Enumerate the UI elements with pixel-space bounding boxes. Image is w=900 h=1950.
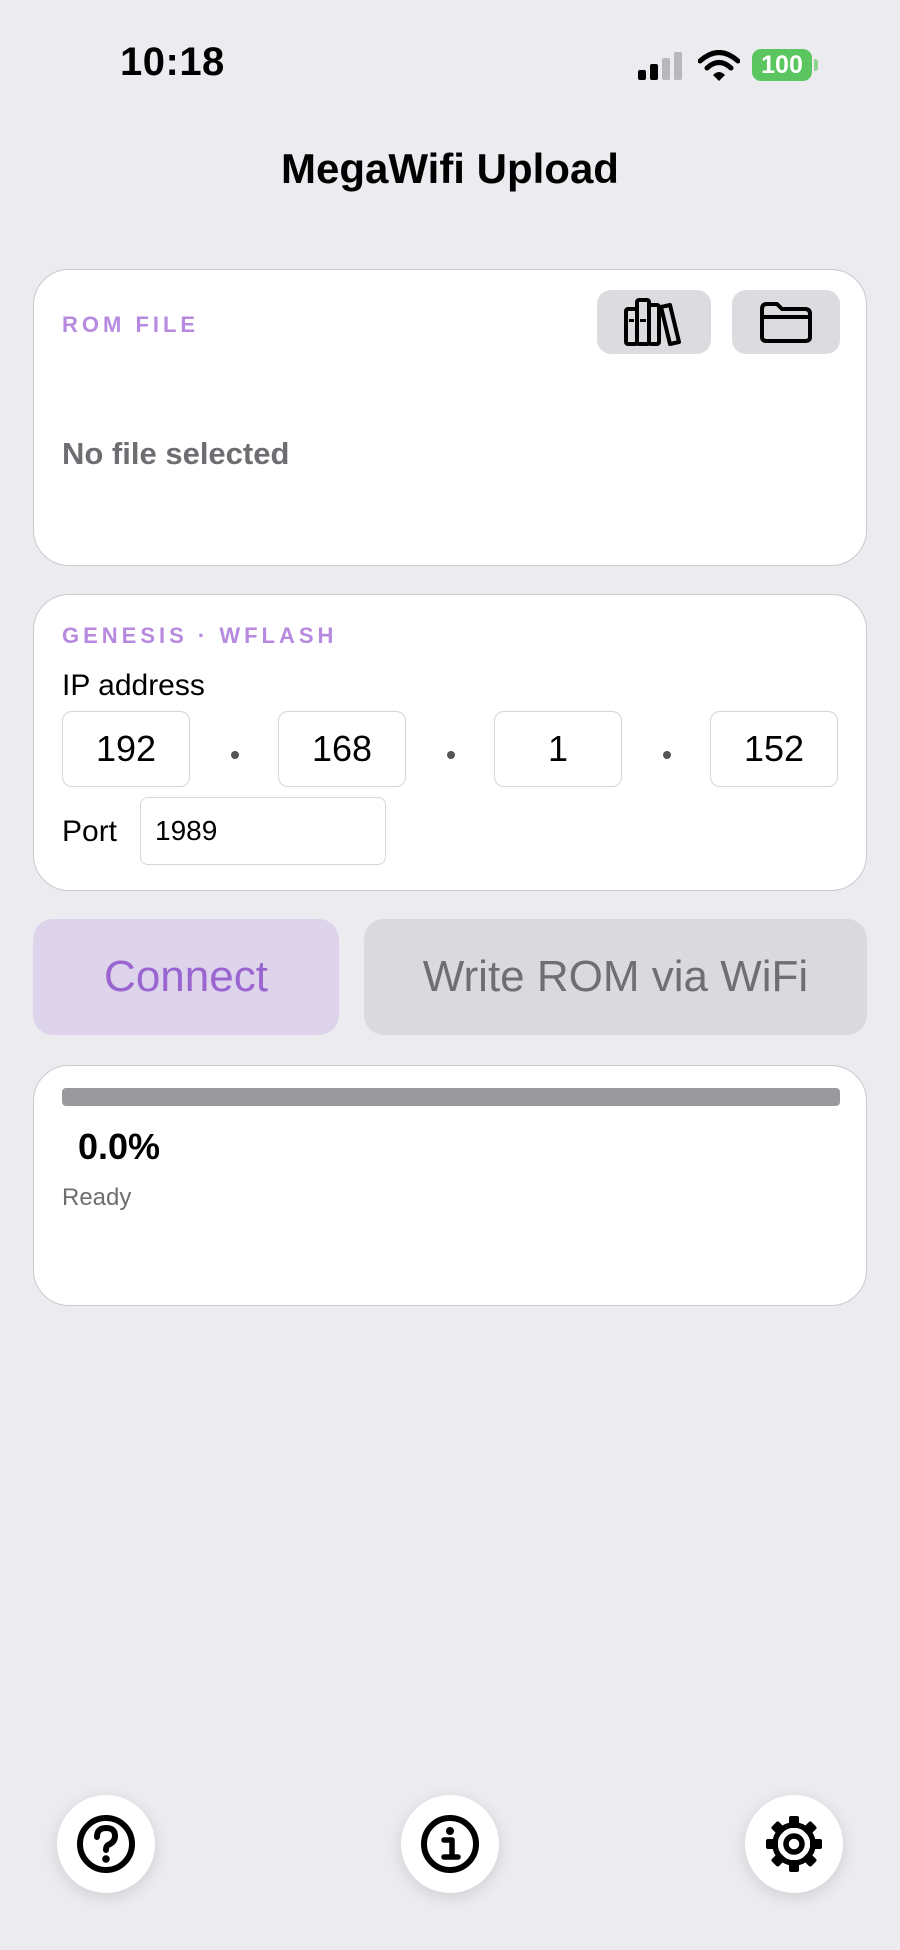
rom-file-card: ROM FILE No file selected xyxy=(33,269,867,566)
ip-octet-3-field[interactable]: 1 xyxy=(494,711,622,787)
books-library-icon xyxy=(624,298,681,346)
progress-status: Ready xyxy=(62,1184,132,1211)
rom-file-status: No file selected xyxy=(62,436,290,471)
ip-dot-separator xyxy=(231,751,239,759)
ip-octet-4-field[interactable]: 152 xyxy=(710,711,838,787)
page-title: MegaWifi Upload xyxy=(281,145,619,192)
settings-button[interactable] xyxy=(745,1795,843,1893)
progress-percent: 0.0% xyxy=(78,1126,161,1167)
ip-address-label: IP address xyxy=(62,669,205,702)
ip-dot-separator xyxy=(663,751,671,759)
port-label: Port xyxy=(62,815,118,848)
network-card: GENESIS · WFLASH IP address 192 168 1 15… xyxy=(33,594,867,891)
wifi-icon xyxy=(698,50,740,81)
write-rom-button[interactable]: Write ROM via WiFi xyxy=(364,919,867,1035)
help-button[interactable] xyxy=(57,1795,155,1893)
status-bar: 10:18 100 xyxy=(0,0,900,130)
progress-card: 0.0% Ready xyxy=(33,1065,867,1306)
info-icon xyxy=(421,1815,479,1873)
ip-dot-separator xyxy=(447,751,455,759)
device-section-label: GENESIS · WFLASH xyxy=(62,623,338,648)
gear-icon xyxy=(766,1816,822,1872)
cellular-signal-icon xyxy=(638,52,682,80)
ip-octet-2-field[interactable]: 168 xyxy=(278,711,406,787)
folder-button[interactable] xyxy=(732,290,840,354)
ip-octet-1-field[interactable]: 192 xyxy=(62,711,190,787)
library-button[interactable] xyxy=(597,290,711,354)
rom-file-section-label: ROM FILE xyxy=(62,312,200,337)
port-field[interactable]: 1989 xyxy=(140,797,386,865)
status-time: 10:18 xyxy=(120,40,225,84)
connect-button[interactable]: Connect xyxy=(33,919,339,1035)
info-button[interactable] xyxy=(401,1795,499,1893)
battery-indicator: 100 xyxy=(752,49,818,81)
question-mark-icon xyxy=(77,1815,135,1873)
folder-icon xyxy=(760,302,812,343)
battery-level: 100 xyxy=(752,49,812,81)
battery-cap xyxy=(814,59,818,71)
progress-bar xyxy=(62,1088,840,1106)
